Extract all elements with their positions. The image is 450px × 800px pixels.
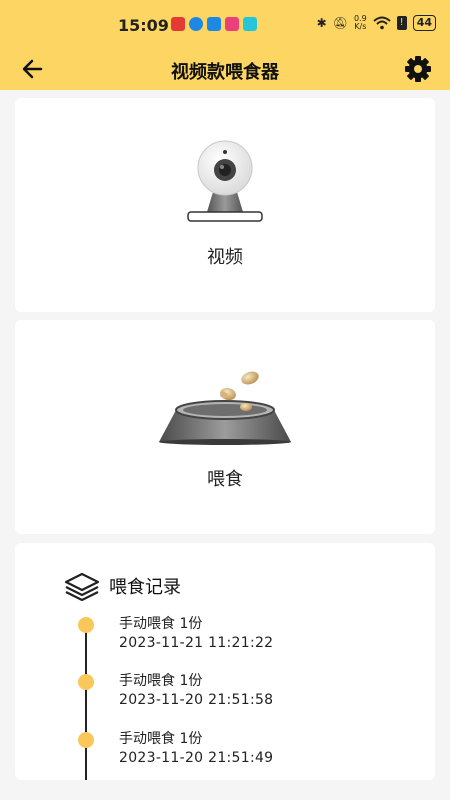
entry-description: 手动喂食 1份 [119, 731, 203, 747]
entry-date: 2023-11-20 21:51:49 [119, 750, 274, 766]
speed-unit: K/s [354, 22, 367, 31]
video-card[interactable]: 视频 [15, 98, 435, 312]
log-entry: 手动喂食 1份 2023-11-20 21:51:49 [15, 730, 435, 780]
app-notification-icon [207, 17, 221, 31]
feed-label: 喂食 [207, 469, 243, 490]
timeline-dot [78, 617, 94, 633]
timeline-dot [78, 674, 94, 690]
log-entry: 手动喂食 1份 2023-11-20 21:51:58 [15, 672, 435, 722]
app-notification-icon [189, 17, 203, 31]
feeding-log-card: 喂食记录 手动喂食 1份 2023-11-21 11:21:22 手动喂食 1份… [15, 543, 435, 780]
timeline-dot [78, 732, 94, 748]
entry-date: 2023-11-21 11:21:22 [119, 635, 274, 651]
status-bar: 15:09 ✱ 🔕︎ 0.9 K/s ! 44 [0, 0, 450, 48]
entry-description: 手动喂食 1份 [119, 673, 203, 689]
system-status: ✱ 🔕︎ 0.9 K/s ! 44 [317, 15, 436, 31]
mute-icon: 🔕︎ [332, 16, 348, 30]
bluetooth-icon: ✱ [316, 16, 327, 30]
gear-icon[interactable] [404, 55, 432, 83]
battery-indicator: 44 [412, 15, 436, 31]
alert-icon: ! [396, 16, 407, 30]
app-bar: 视频款喂食器 [0, 48, 450, 90]
app-notification-icon [243, 17, 257, 31]
app-notification-icon [171, 17, 185, 31]
network-speed: 0.9 K/s [354, 15, 367, 31]
wifi-icon [373, 16, 391, 30]
video-label: 视频 [207, 247, 243, 268]
feed-card[interactable]: 喂食 [15, 320, 435, 534]
layers-icon [64, 572, 100, 601]
camera-icon [187, 140, 263, 222]
notification-icons [171, 17, 257, 31]
log-entry: 手动喂食 1份 2023-11-21 11:21:22 [15, 615, 435, 665]
app-notification-icon [225, 17, 239, 31]
status-time: 15:09 [118, 16, 169, 35]
page-title: 视频款喂食器 [171, 62, 279, 83]
entry-date: 2023-11-20 21:51:58 [119, 692, 274, 708]
feeding-log-title: 喂食记录 [109, 577, 181, 598]
back-arrow-icon[interactable] [20, 56, 46, 82]
entry-description: 手动喂食 1份 [119, 616, 203, 632]
food-bowl-icon [159, 371, 291, 445]
feeding-log-header: 喂食记录 [63, 571, 181, 601]
